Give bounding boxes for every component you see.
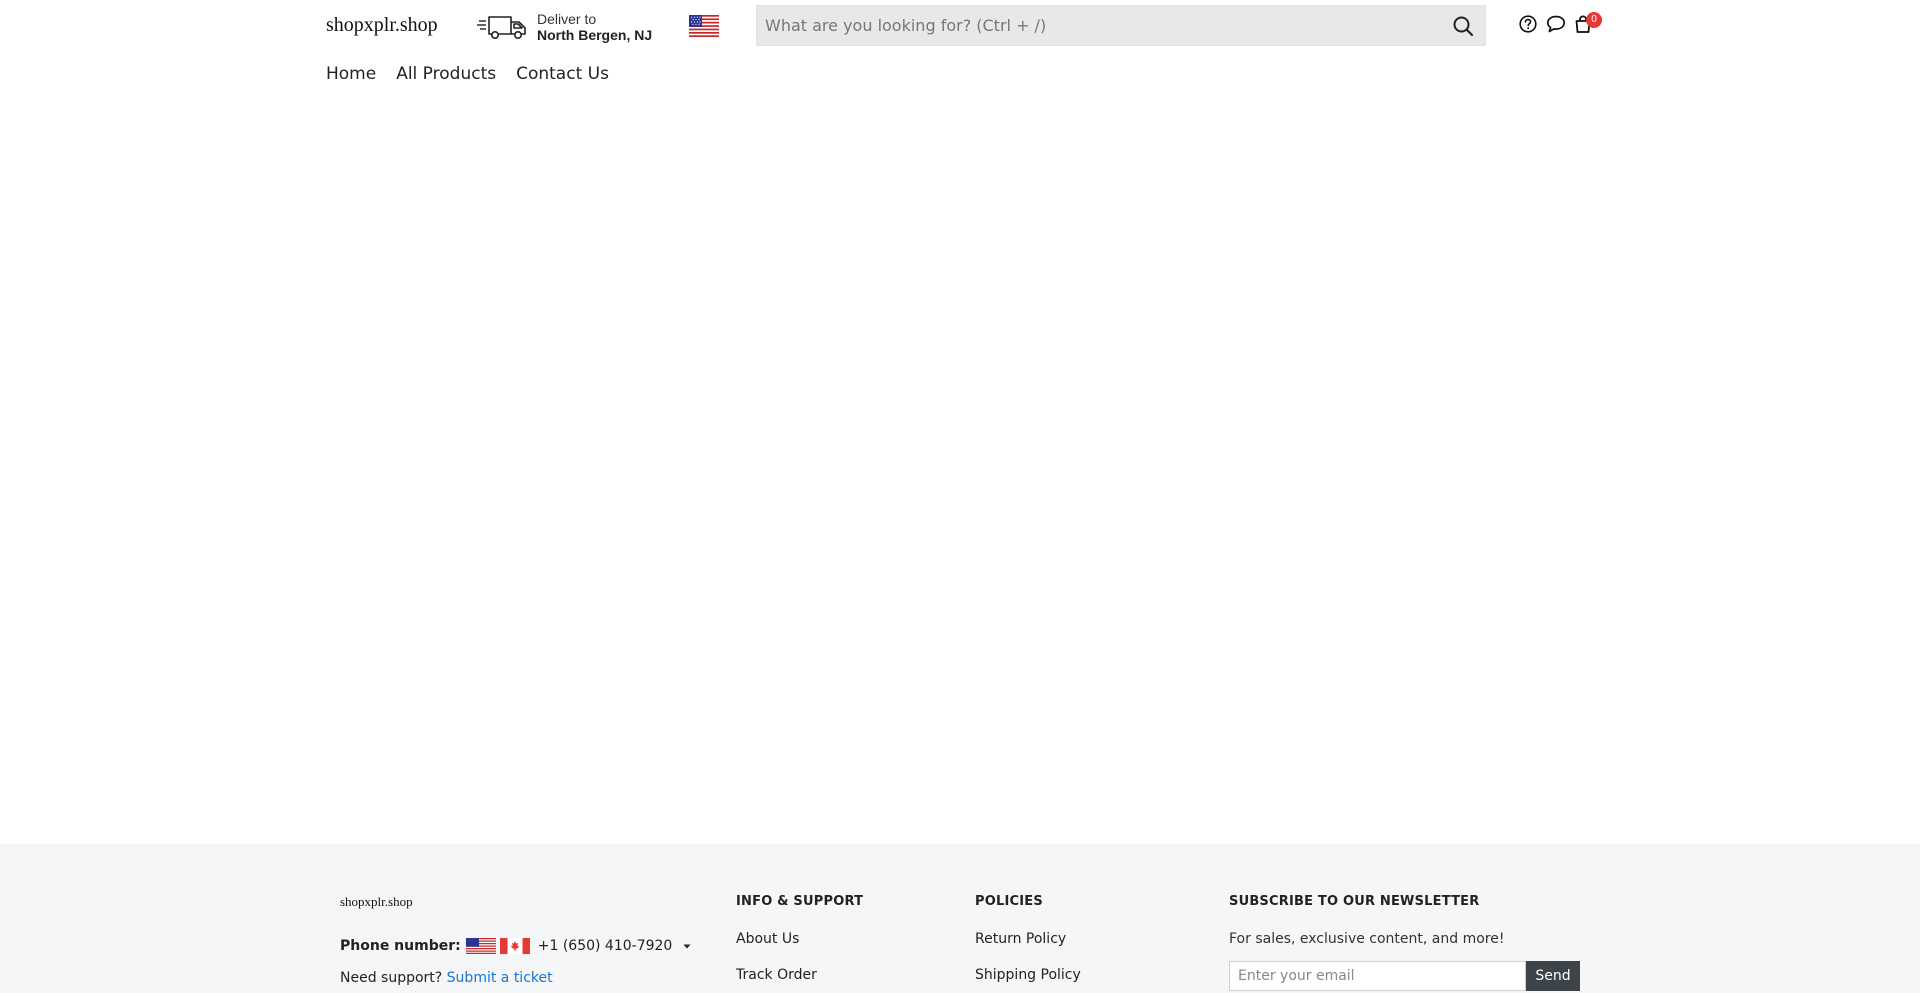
newsletter-form: Send — [1229, 961, 1580, 991]
newsletter-heading: SUBSCRIBE TO OUR NEWSLETTER — [1229, 894, 1480, 909]
search-icon — [1453, 16, 1474, 36]
us-flag-icon — [465, 938, 496, 954]
chevron-down-icon[interactable] — [682, 941, 692, 951]
delivery-truck-icon — [477, 16, 526, 39]
chat-icon — [1546, 15, 1566, 33]
cart-count-badge: 0 — [1586, 12, 1602, 28]
phone-number[interactable]: +1 (650) 410-7920 — [538, 938, 673, 954]
footer-col-info-support: INFO & SUPPORT About Us Track Order — [736, 894, 863, 993]
phone-label: Phone number: — [340, 938, 461, 954]
us-flag-icon[interactable] — [689, 15, 719, 37]
site-logo[interactable]: shopxplr.shop — [326, 13, 438, 37]
footer-link-shipping-policy[interactable]: Shipping Policy — [975, 967, 1081, 983]
footer-phone: Phone number: +1 (650) 410-7920 — [340, 938, 692, 954]
site-footer: shopxplr.shop Phone number: +1 (650) 410… — [0, 844, 1920, 993]
help-button[interactable] — [1516, 12, 1540, 36]
deliver-text: Deliver to North Bergen, NJ — [537, 11, 652, 43]
footer-link-return-policy[interactable]: Return Policy — [975, 931, 1081, 947]
search-button[interactable] — [1441, 6, 1485, 45]
footer-col-heading: POLICIES — [975, 894, 1043, 909]
deliver-city: North Bergen, NJ — [537, 27, 653, 43]
help-icon — [1519, 15, 1537, 33]
newsletter-text: For sales, exclusive content, and more! — [1229, 931, 1505, 947]
footer-link-about-us[interactable]: About Us — [736, 931, 863, 947]
canada-flag-icon — [499, 938, 530, 954]
nav-item-contact-us[interactable]: Contact Us — [516, 62, 609, 86]
chat-button[interactable] — [1544, 12, 1568, 36]
footer-link-track-order[interactable]: Track Order — [736, 967, 863, 983]
nav-item-all-products[interactable]: All Products — [396, 62, 496, 86]
footer-support: Need support? Submit a ticket — [340, 970, 553, 986]
support-text: Need support? — [340, 970, 443, 986]
footer-col-heading: INFO & SUPPORT — [736, 894, 864, 909]
submit-ticket-link[interactable]: Submit a ticket — [447, 970, 553, 986]
footer-logo[interactable]: shopxplr.shop — [340, 894, 413, 910]
newsletter-send-button[interactable]: Send — [1526, 961, 1580, 991]
nav-item-home[interactable]: Home — [326, 62, 376, 86]
search-bar — [756, 5, 1486, 46]
main-nav: Home All Products Contact Us — [326, 62, 609, 86]
footer-col-policies: POLICIES Return Policy Shipping Policy — [975, 894, 1081, 993]
deliver-to-selector[interactable]: Deliver to North Bergen, NJ — [477, 9, 667, 45]
newsletter-email-input[interactable] — [1229, 961, 1526, 991]
deliver-label: Deliver to — [537, 11, 597, 27]
search-input[interactable] — [757, 6, 1441, 45]
newsletter: SUBSCRIBE TO OUR NEWSLETTER For sales, e… — [1229, 894, 1580, 991]
